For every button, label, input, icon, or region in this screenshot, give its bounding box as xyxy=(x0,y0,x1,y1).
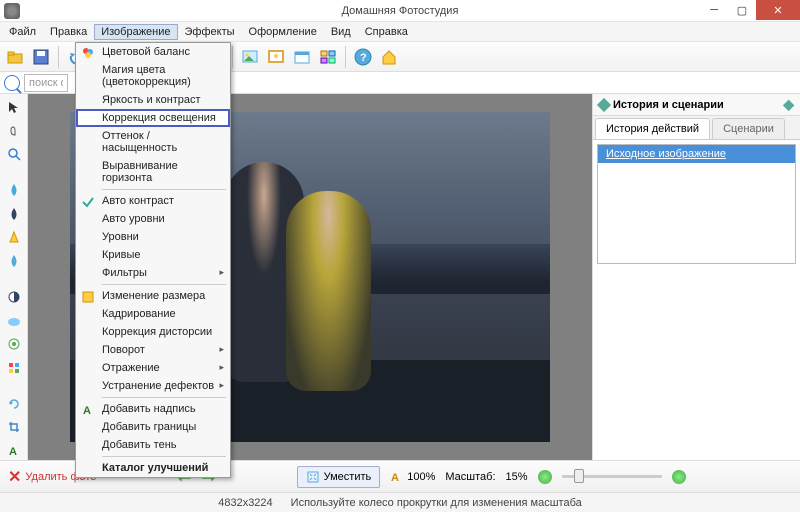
zoom-out-icon[interactable] xyxy=(538,470,552,484)
menu-эффекты[interactable]: Эффекты xyxy=(178,24,242,40)
menu-item-добавить-тень[interactable]: Добавить тень xyxy=(76,436,230,454)
image-menu-dropdown: Цветовой балансМагия цвета (цветокоррекц… xyxy=(75,42,231,478)
menu-item-поворот[interactable]: Поворот xyxy=(76,341,230,359)
rotate-icon[interactable] xyxy=(5,395,23,413)
panel-header: История и сценарии ◆ xyxy=(593,94,800,116)
menu-item-добавить-границы[interactable]: Добавить границы xyxy=(76,418,230,436)
a-zoom-icon: A xyxy=(390,470,404,484)
titlebar: Домашняя Фотостудия ─ ▢ ✕ xyxy=(0,0,800,22)
search-input[interactable] xyxy=(24,74,68,92)
drop2-icon[interactable] xyxy=(5,252,23,270)
menu-item-цветовой-баланс[interactable]: Цветовой баланс xyxy=(76,43,230,61)
scale-value: 15% xyxy=(506,471,528,483)
resize-icon xyxy=(80,289,96,305)
menu-item-выравнивание-горизонта[interactable]: Выравнивание горизонта xyxy=(76,157,230,187)
svg-text:A: A xyxy=(391,472,399,484)
mosaic-icon[interactable] xyxy=(5,359,23,377)
fit-icon xyxy=(306,470,320,484)
menu-item-коррекция-освещения[interactable]: Коррекция освещения xyxy=(76,109,230,127)
svg-text:A: A xyxy=(83,405,91,417)
circle-half-icon[interactable] xyxy=(5,288,23,306)
check-icon xyxy=(80,194,96,210)
menu-item-коррекция-дисторсии[interactable]: Коррекция дисторсии xyxy=(76,323,230,341)
cone-icon[interactable] xyxy=(5,229,23,247)
menu-правка[interactable]: Правка xyxy=(43,24,94,40)
menu-item-кривые[interactable]: Кривые xyxy=(76,246,230,264)
menu-файл[interactable]: Файл xyxy=(2,24,43,40)
window-title: Домашняя Фотостудия xyxy=(342,5,459,17)
calendar-icon[interactable] xyxy=(290,45,314,69)
svg-text:?: ? xyxy=(360,52,367,64)
menu-справка[interactable]: Справка xyxy=(358,24,415,40)
menu-оформление[interactable]: Оформление xyxy=(242,24,324,40)
tab-scenarios[interactable]: Сценарии xyxy=(712,118,785,139)
app-icon xyxy=(4,3,20,19)
palette-icon xyxy=(80,45,96,61)
tab-history[interactable]: История действий xyxy=(595,118,710,139)
collage-icon[interactable] xyxy=(316,45,340,69)
open-icon[interactable] xyxy=(3,45,27,69)
help-icon[interactable]: ? xyxy=(351,45,375,69)
status-hint: Используйте колесо прокрутки для изменен… xyxy=(291,497,582,509)
menu-item-устранение-дефектов[interactable]: Устранение дефектов xyxy=(76,377,230,395)
scale-label: Масштаб: xyxy=(445,471,495,483)
text-icon[interactable]: A xyxy=(5,442,23,460)
hand-icon[interactable] xyxy=(5,122,23,140)
search-icon xyxy=(4,75,20,91)
status-dimensions: 4832x3224 xyxy=(218,497,272,509)
menu-item-отражение[interactable]: Отражение xyxy=(76,359,230,377)
svg-text:A: A xyxy=(9,446,17,458)
minimize-button[interactable]: ─ xyxy=(700,0,728,20)
crop-icon[interactable] xyxy=(5,419,23,437)
close-button[interactable]: ✕ xyxy=(756,0,800,20)
maximize-button[interactable]: ▢ xyxy=(728,0,756,20)
text-icon: A xyxy=(80,402,96,418)
left-toolbox: A xyxy=(0,94,28,460)
history-list[interactable]: Исходное изображение xyxy=(597,144,796,264)
drop-dark-icon[interactable] xyxy=(5,205,23,223)
zoom-in-icon[interactable] xyxy=(672,470,686,484)
panel-title: История и сценарии xyxy=(613,99,724,111)
menu-item-кадрирование[interactable]: Кадрирование xyxy=(76,305,230,323)
fit-button[interactable]: Уместить xyxy=(297,466,381,488)
menu-item-магия-цвета-цветокоррекция-[interactable]: Магия цвета (цветокоррекция) xyxy=(76,61,230,91)
right-panel: История и сценарии ◆ История действий Сц… xyxy=(592,94,800,460)
zoom-100-button[interactable]: A 100% xyxy=(390,470,435,484)
status-bar: 4832x3224 Используйте колесо прокрутки д… xyxy=(0,492,800,512)
image-icon[interactable] xyxy=(238,45,262,69)
panel-collapse-icon[interactable]: ◆ xyxy=(783,96,794,113)
menu-item-уровни[interactable]: Уровни xyxy=(76,228,230,246)
menu-вид[interactable]: Вид xyxy=(324,24,358,40)
panel-gem-icon xyxy=(597,97,611,111)
menu-item-яркость-и-контраст[interactable]: Яркость и контраст xyxy=(76,91,230,109)
menu-item-авто-контраст[interactable]: Авто контраст xyxy=(76,192,230,210)
home-icon[interactable] xyxy=(377,45,401,69)
frame-icon[interactable] xyxy=(264,45,288,69)
menu-item-фильтры[interactable]: Фильтры xyxy=(76,264,230,282)
cloud-icon[interactable] xyxy=(5,312,23,330)
delete-x-icon: ✕ xyxy=(8,467,21,487)
pointer-icon[interactable] xyxy=(5,98,23,116)
menu-item-каталог-улучшений[interactable]: Каталог улучшений xyxy=(76,459,230,477)
menu-изображение[interactable]: Изображение xyxy=(94,24,177,40)
menu-item-авто-уровни[interactable]: Авто уровни xyxy=(76,210,230,228)
panel-tabs: История действий Сценарии xyxy=(593,116,800,140)
save-icon[interactable] xyxy=(29,45,53,69)
target-icon[interactable] xyxy=(5,335,23,353)
slider-thumb[interactable] xyxy=(574,469,584,483)
history-item[interactable]: Исходное изображение xyxy=(598,145,795,163)
zoom-slider[interactable] xyxy=(562,475,662,478)
zoom-icon[interactable] xyxy=(5,145,23,163)
menu-item-добавить-надпись[interactable]: Добавить надписьA xyxy=(76,400,230,418)
menu-item-изменение-размера[interactable]: Изменение размера xyxy=(76,287,230,305)
menubar: ФайлПравкаИзображениеЭффектыОформлениеВи… xyxy=(0,22,800,42)
drop-blue-icon[interactable] xyxy=(5,181,23,199)
menu-item-оттенок-насыщенность[interactable]: Оттенок / насыщенность xyxy=(76,127,230,157)
